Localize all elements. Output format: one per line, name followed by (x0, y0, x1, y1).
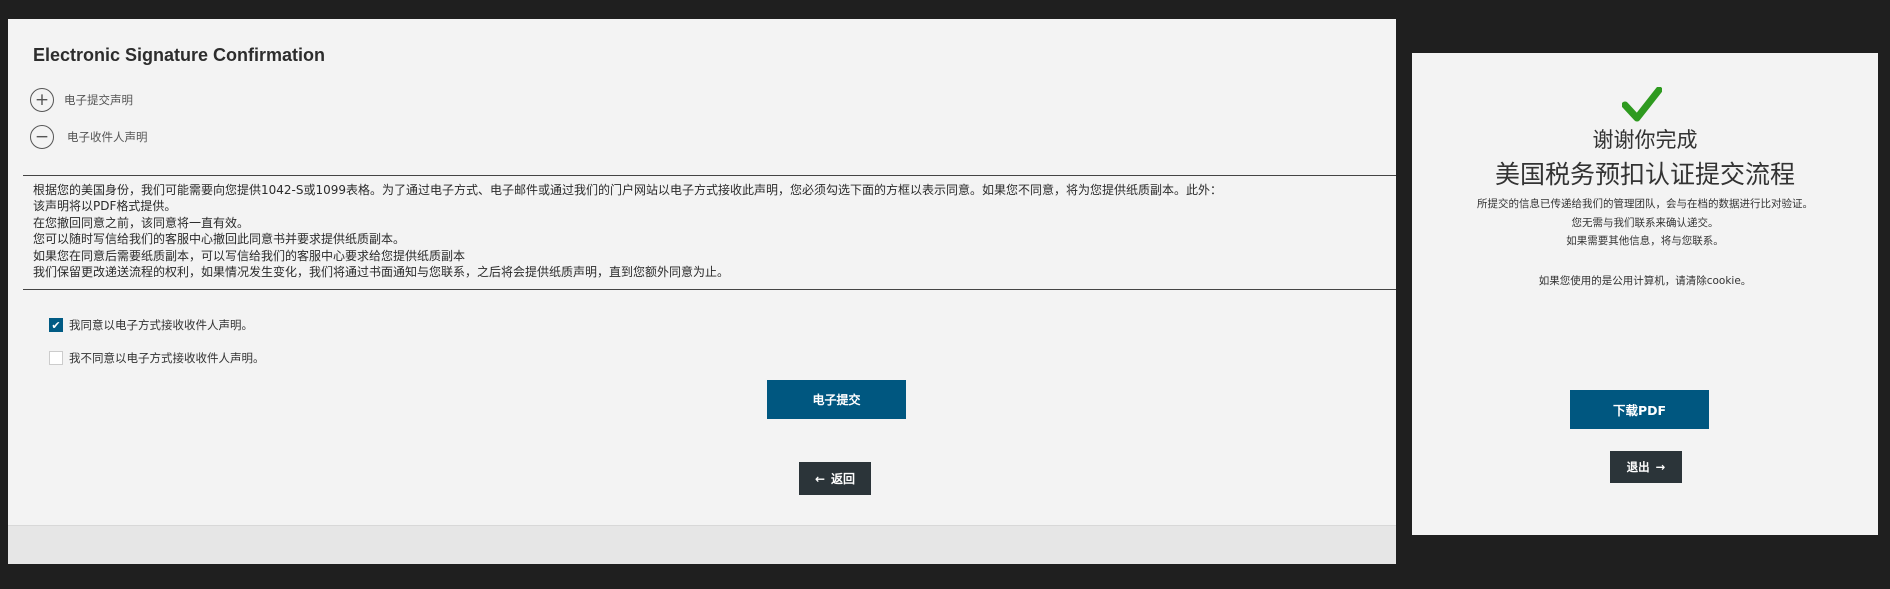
statement-line: 在您撤回同意之前，该同意将一直有效。 (33, 215, 250, 230)
plus-circle-icon[interactable]: + (30, 88, 54, 112)
page-title: Electronic Signature Confirmation (33, 45, 326, 65)
divider (23, 289, 1396, 290)
message-line: 所提交的信息已传递给我们的管理团队，会与在档的数据进行比对验证。 (1477, 198, 1813, 210)
green-checkmark-icon (1622, 87, 1662, 122)
statement-line: 如果您在同意后需要纸质副本，可以写信给我们的客服中心要求给您提供纸质副本 (33, 248, 466, 263)
accordion-electronic-submission[interactable]: + 电子提交声明 (30, 88, 133, 112)
electronic-submit-button[interactable]: 电子提交 (767, 380, 906, 419)
cookie-note: 如果您使用的是公用计算机，请清除cookie。 (1538, 275, 1752, 287)
submit-label: 电子提交 (812, 393, 861, 407)
accordion-recipient-statement[interactable]: − 电子收件人声明 (30, 125, 148, 149)
accordion-label: 电子提交声明 (64, 93, 133, 107)
arrow-right-icon: → (1655, 460, 1666, 474)
accordion-label: 电子收件人声明 (67, 130, 148, 144)
consent-disagree-option[interactable]: 我不同意以电子方式接收收件人声明。 (49, 350, 265, 366)
statement-line: 您可以随时写信给我们的客服中心撤回此同意书并要求提供纸质副本。 (33, 232, 406, 247)
divider (23, 175, 1396, 176)
agree-checkbox[interactable]: ✔ (49, 318, 63, 332)
checkbox-label: 我同意以电子方式接收收件人声明。 (69, 318, 253, 332)
completion-title-line1: 谢谢你完成 (1592, 128, 1698, 152)
download-pdf-button[interactable]: 下载PDF (1570, 390, 1709, 429)
back-label: 返回 (831, 472, 856, 486)
exit-label: 退出 (1626, 460, 1650, 474)
statement-line: 该声明将以PDF格式提供。 (33, 199, 177, 214)
recipient-statement-text: 根据您的美国身份，我们可能需要向您提供1042-S或1099表格。为了通过电子方… (33, 182, 1393, 280)
back-button[interactable]: ← 返回 (799, 462, 871, 495)
statement-line: 根据您的美国身份，我们可能需要向您提供1042-S或1099表格。为了通过电子方… (33, 183, 1223, 197)
completion-title-line2: 美国税务预扣认证提交流程 (1494, 160, 1795, 189)
arrow-left-icon: ← (814, 471, 826, 486)
exit-button[interactable]: 退出 → (1610, 451, 1682, 483)
completion-panel: 谢谢你完成 美国税务预扣认证提交流程 所提交的信息已传递给我们的管理团队，会与在… (1412, 53, 1878, 535)
page-footer (8, 525, 1396, 564)
disagree-checkbox[interactable] (49, 351, 63, 365)
statement-line: 我们保留更改递送流程的权利，如果情况发生变化，我们将通过书面通知与您联系，之后将… (33, 265, 730, 280)
minus-circle-icon[interactable]: − (30, 125, 54, 149)
checkbox-label: 我不同意以电子方式接收收件人声明。 (69, 351, 265, 365)
message-line: 如果需要其他信息，将与您联系。 (1566, 235, 1724, 247)
message-line: 您无需与我们联系来确认递交。 (1571, 216, 1719, 229)
consent-agree-option[interactable]: ✔ 我同意以电子方式接收收件人声明。 (49, 317, 253, 333)
completion-messages: 所提交的信息已传递给我们的管理团队，会与在档的数据进行比对验证。 您无需与我们联… (1412, 195, 1878, 251)
download-label: 下载PDF (1612, 403, 1667, 418)
signature-confirmation-panel: Electronic Signature Confirmation + 电子提交… (8, 19, 1396, 564)
